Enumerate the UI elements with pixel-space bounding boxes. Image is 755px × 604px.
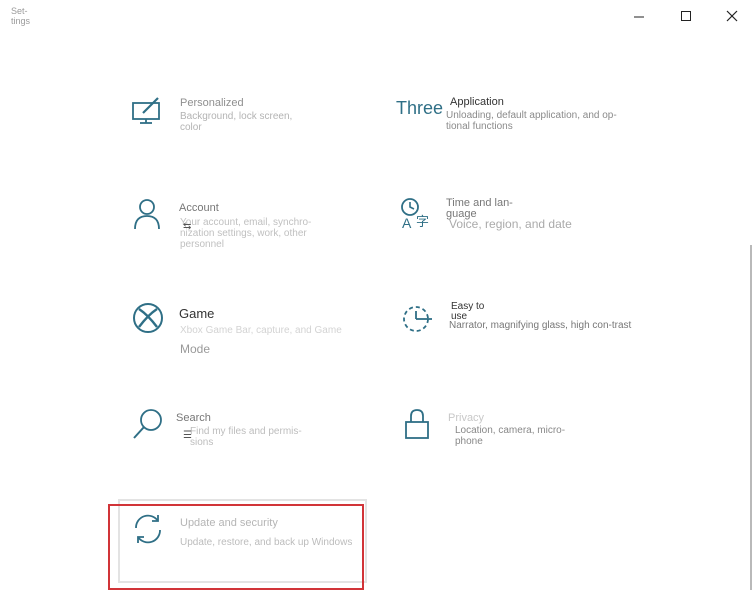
maximize-button[interactable] bbox=[676, 8, 696, 24]
tile-apps-desc: Unloading, default application, and op-t… bbox=[446, 110, 617, 132]
tile-update-security[interactable]: Update and security Update, restore, and… bbox=[131, 512, 361, 557]
tile-apps-number: Three bbox=[396, 98, 444, 118]
tile-privacy-desc: Location, camera, micro-phone bbox=[455, 425, 566, 447]
ease-of-access-icon bbox=[403, 306, 432, 332]
tile-personalization[interactable]: Personalized Background, lock screen, co… bbox=[130, 95, 330, 140]
tile-personalization-desc: Background, lock screen, color bbox=[180, 111, 293, 133]
tile-update-security-label: Update and security bbox=[180, 517, 278, 529]
search-icon bbox=[133, 409, 162, 439]
tile-search-label: Search bbox=[176, 412, 211, 424]
time-language-icon: A 字 bbox=[401, 198, 429, 231]
tile-apps-label: Application bbox=[450, 96, 504, 108]
window-title: Set- tings bbox=[11, 6, 31, 26]
tile-search[interactable]: Search Find my files and permis-sions ☰ bbox=[132, 408, 332, 453]
tile-gaming-desc-2: Mode bbox=[180, 342, 211, 356]
maximize-icon bbox=[681, 11, 691, 21]
person-icon bbox=[134, 199, 160, 230]
tile-accounts-desc: Your account, email, synchro-nization se… bbox=[180, 217, 312, 250]
tile-time-language-desc: Voice, region, and date bbox=[449, 217, 572, 231]
minimize-button[interactable] bbox=[629, 8, 649, 24]
sync-icon bbox=[135, 514, 161, 544]
scrollbar[interactable] bbox=[750, 245, 752, 590]
tile-accounts-label: Account bbox=[179, 202, 219, 214]
tile-apps[interactable]: Three Application Unloading, default app… bbox=[396, 95, 636, 140]
tile-gaming-desc: Xbox Game Bar, capture, and Game bbox=[180, 325, 342, 336]
tile-gaming-label: Game bbox=[179, 306, 215, 321]
tile-time-language[interactable]: A 字 Time and lan-guage Voice, region, an… bbox=[400, 197, 630, 242]
tile-privacy[interactable]: Privacy Location, camera, micro-phone bbox=[404, 408, 604, 453]
xbox-icon bbox=[133, 303, 163, 333]
tile-personalization-label: Personalized bbox=[180, 97, 244, 109]
close-button[interactable] bbox=[722, 8, 742, 24]
tile-update-security-desc: Update, restore, and back up Windows bbox=[180, 537, 353, 548]
tile-accounts[interactable]: Account Your account, email, synchro-niz… bbox=[130, 197, 350, 252]
lock-icon bbox=[405, 409, 429, 439]
cursor-glyph: ⇆ bbox=[183, 221, 192, 232]
svg-text:字: 字 bbox=[416, 214, 429, 229]
close-icon bbox=[726, 10, 738, 22]
tile-ease-of-access-desc: Narrator, magnifying glass, high con-tra… bbox=[449, 320, 632, 331]
tile-ease-of-access-label: Easy to use bbox=[451, 301, 485, 322]
tile-ease-of-access[interactable]: Easy to use Narrator, magnifying glass, … bbox=[401, 302, 641, 347]
tile-gaming[interactable]: Game Xbox Game Bar, capture, and Game Mo… bbox=[132, 302, 372, 362]
minimize-icon bbox=[634, 16, 644, 18]
cursor-glyph-2: ☰ bbox=[183, 430, 192, 441]
paint-monitor-icon bbox=[132, 97, 160, 124]
svg-text:A: A bbox=[402, 215, 412, 231]
tile-privacy-label: Privacy bbox=[448, 412, 485, 424]
tile-search-desc: Find my files and permis-sions bbox=[190, 426, 302, 448]
